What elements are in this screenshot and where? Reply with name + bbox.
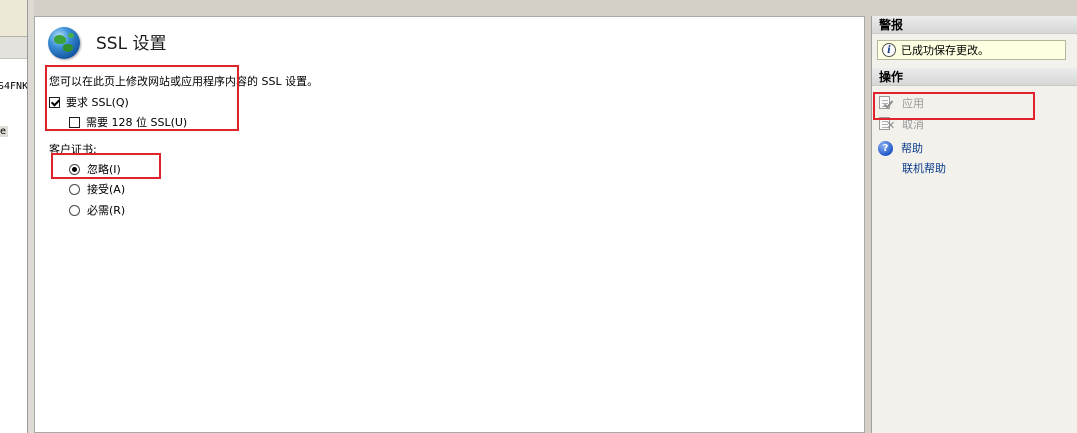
page-title: SSL 设置 <box>96 34 167 54</box>
info-icon: i <box>882 43 896 57</box>
client-cert-require-label: 必需(R) <box>87 204 126 217</box>
require-ssl-checkbox[interactable] <box>49 96 60 108</box>
page-description: 您可以在此页上修改网站或应用程序内容的 SSL 设置。 <box>49 75 319 88</box>
globe-icon <box>48 27 80 59</box>
apply-action[interactable]: 应用 <box>878 95 924 111</box>
client-cert-ignore-option[interactable]: 忽略(I) <box>69 161 121 177</box>
require-128-option[interactable]: 需要 128 位 SSL(U) <box>69 114 187 130</box>
client-cert-accept-radio[interactable] <box>69 183 80 195</box>
online-help-action[interactable]: 联机帮助 <box>902 160 946 176</box>
client-cert-require-radio[interactable] <box>69 204 80 216</box>
cancel-action[interactable]: ✕ 取消 <box>878 116 924 132</box>
ssl-settings-pane: SSL 设置 您可以在此页上修改网站或应用程序内容的 SSL 设置。 要求 SS… <box>34 16 865 433</box>
client-cert-accept-label: 接受(A) <box>87 183 126 196</box>
apply-label: 应用 <box>902 97 924 110</box>
require-128-label: 需要 128 位 SSL(U) <box>86 116 188 129</box>
connections-toolbar-bar <box>0 37 27 59</box>
help-label: 帮助 <box>901 142 923 155</box>
client-certificates-label: 客户证书: <box>49 143 97 156</box>
connections-toolbar <box>0 0 27 37</box>
cancel-icon: ✕ <box>878 117 895 131</box>
require-ssl-label: 要求 SSL(Q) <box>66 96 129 109</box>
tree-node-site[interactable]: e <box>0 126 9 137</box>
actions-header: 操作 <box>872 68 1077 86</box>
actions-pane: 警报 i 已成功保存更改。 操作 应用 ✕ 取消 ? 帮助 联机帮助 <box>871 16 1077 433</box>
online-help-label: 联机帮助 <box>902 162 946 175</box>
alert-message-box: i 已成功保存更改。 <box>877 40 1066 60</box>
apply-icon <box>878 96 894 110</box>
help-action[interactable]: ? 帮助 <box>878 140 923 156</box>
alerts-header: 警报 <box>872 16 1077 34</box>
cancel-label: 取消 <box>902 118 924 131</box>
client-cert-ignore-label: 忽略(I) <box>87 163 121 176</box>
client-cert-accept-option[interactable]: 接受(A) <box>69 181 125 197</box>
require-128-checkbox[interactable] <box>69 116 80 128</box>
connections-pane: S4FNK e <box>0 0 28 433</box>
client-cert-require-option[interactable]: 必需(R) <box>69 202 125 218</box>
alert-message: 已成功保存更改。 <box>901 44 989 57</box>
help-icon: ? <box>878 140 893 156</box>
client-cert-ignore-radio[interactable] <box>69 163 80 175</box>
tree-node-server[interactable]: S4FNK <box>0 81 27 92</box>
require-ssl-option[interactable]: 要求 SSL(Q) <box>49 94 129 110</box>
